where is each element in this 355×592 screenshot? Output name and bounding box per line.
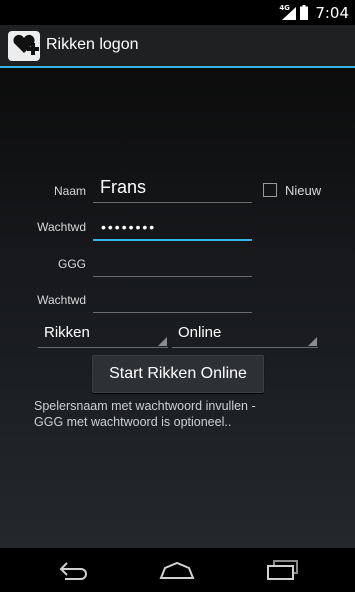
home-button[interactable] — [157, 556, 197, 584]
dropdown-arrow-icon — [308, 337, 317, 346]
nieuw-checkbox[interactable] — [263, 183, 277, 197]
navigation-bar — [0, 548, 355, 592]
wachtwd-value: •••••••• — [101, 219, 157, 235]
game-select[interactable]: Rikken — [38, 321, 168, 348]
ggg-wachtwd-field[interactable] — [93, 284, 252, 313]
status-icons: 4G 7:04 — [279, 3, 349, 22]
wachtwd-field[interactable]: •••••••• — [93, 211, 252, 241]
mode-select-value: Online — [178, 324, 222, 341]
app-logo-icon — [8, 31, 40, 61]
hint-text: Spelersnaam met wachtwoord invullen - GG… — [34, 398, 334, 430]
game-select-value: Rikken — [44, 324, 90, 341]
naam-label: Naam — [53, 184, 86, 198]
login-form: Naam Frans Nieuw Wachtwd •••••••• GGG Wa… — [0, 68, 355, 548]
back-icon — [59, 562, 87, 580]
back-button[interactable] — [54, 556, 94, 584]
app-title: Rikken logon — [46, 36, 139, 53]
mode-select[interactable]: Online — [172, 321, 318, 348]
home-icon — [159, 561, 195, 579]
ggg-field[interactable] — [93, 248, 252, 277]
hint-line-2: GGG met wachtwoord is optioneel.. — [34, 415, 232, 429]
nieuw-label: Nieuw — [285, 183, 322, 198]
recents-icon — [267, 560, 298, 580]
naam-value: Frans — [100, 177, 147, 197]
start-button[interactable]: Start Rikken Online — [92, 355, 264, 393]
wachtwd-label: Wachtwd — [37, 220, 86, 234]
clock: 7:04 — [315, 3, 349, 22]
recents-button[interactable] — [262, 556, 302, 584]
ggg-label: GGG — [57, 257, 86, 271]
naam-field[interactable]: Frans — [93, 174, 252, 203]
battery-icon — [300, 5, 309, 20]
status-bar: 4G 7:04 — [0, 0, 355, 25]
hint-line-1: Spelersnaam met wachtwoord invullen - — [34, 399, 256, 413]
ggg-wachtwd-label: Wachtwd — [37, 293, 86, 307]
dropdown-arrow-icon — [158, 337, 167, 346]
action-bar: Rikken logon — [0, 25, 355, 68]
signal-icon: 4G — [279, 4, 297, 21]
